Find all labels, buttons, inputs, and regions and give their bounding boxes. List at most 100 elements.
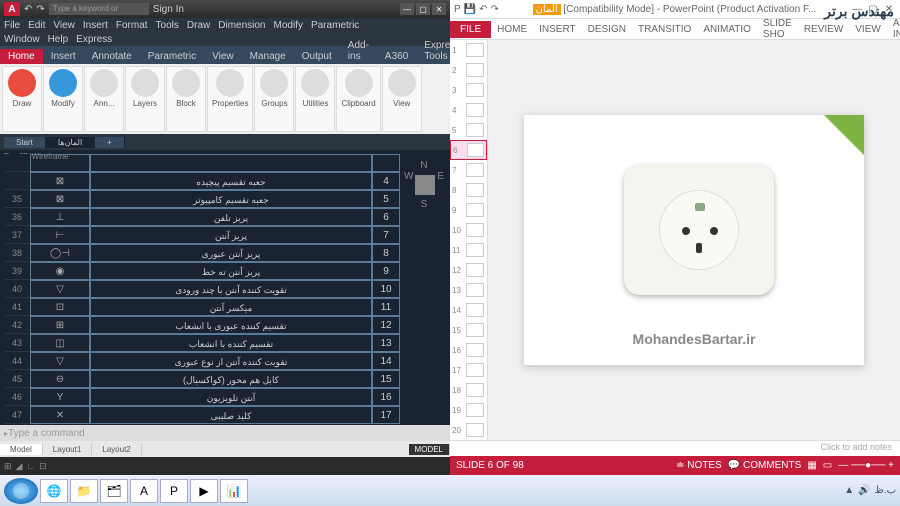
ppt-tab[interactable]: REVIEW	[798, 21, 849, 38]
taskbar-app[interactable]: 📁	[70, 479, 98, 503]
slide-thumbnail[interactable]: 11	[450, 240, 487, 260]
layout-tab[interactable]: Layout2	[92, 444, 141, 455]
ribbon-tab[interactable]: Home	[0, 49, 43, 64]
ribbon-tab[interactable]: A360	[377, 49, 416, 64]
doc-tab[interactable]: المان‌ها	[46, 137, 95, 148]
menu-item[interactable]: Dimension	[218, 20, 265, 31]
menu-item[interactable]: Express	[76, 34, 112, 45]
zoom-slider[interactable]: — ──●── +	[838, 460, 894, 471]
slide-thumbnail[interactable]: 3	[450, 80, 487, 100]
ribbon-tab[interactable]: Output	[294, 49, 340, 64]
slide-thumbnail[interactable]: 17	[450, 360, 487, 380]
slide-thumbnail[interactable]: 4	[450, 100, 487, 120]
autocad-canvas[interactable]: Top 2D Wireframe 35363738394041424344454…	[0, 150, 450, 425]
start-button[interactable]	[4, 478, 38, 504]
menu-item[interactable]: Edit	[28, 20, 45, 31]
menu-item[interactable]: Help	[48, 34, 69, 45]
signin-link[interactable]: Sign In	[153, 4, 184, 15]
menu-item[interactable]: Modify	[274, 20, 303, 31]
slide-thumbnail[interactable]: 6	[450, 140, 487, 160]
slide-thumbnail[interactable]: 2	[450, 60, 487, 80]
ppt-tab[interactable]: HOME	[491, 21, 533, 38]
ribbon-panel[interactable]: Draw	[2, 66, 42, 132]
menu-item[interactable]: File	[4, 20, 20, 31]
slide-thumbnail[interactable]: 8	[450, 180, 487, 200]
ribbon-tab[interactable]: Parametric	[140, 49, 204, 64]
taskbar-app[interactable]: 🌐	[40, 479, 68, 503]
ribbon-tab[interactable]: Add-ins	[340, 38, 377, 64]
command-line[interactable]: ▸ Type a command	[0, 425, 450, 441]
ppt-tab[interactable]: VIEW	[849, 21, 887, 38]
status-icon[interactable]: ∟	[26, 461, 35, 471]
menu-item[interactable]: Parametric	[311, 20, 359, 31]
doc-tab[interactable]: Start	[4, 137, 46, 148]
redo-icon[interactable]: ↷	[36, 4, 44, 15]
slide-thumbnail[interactable]: 9	[450, 200, 487, 220]
comments-button[interactable]: 💬 COMMENTS	[728, 460, 802, 471]
ribbon-panel[interactable]: Clipboard	[336, 66, 380, 132]
minimize-button[interactable]: —	[400, 3, 414, 15]
ppt-tab[interactable]: INSERT	[533, 21, 582, 38]
autocad-search-input[interactable]: Type a keyword or phrase	[49, 3, 149, 15]
redo-icon[interactable]: ↷	[491, 4, 499, 15]
slide-thumbnail[interactable]: 1	[450, 40, 487, 60]
ribbon-panel[interactable]: Groups	[254, 66, 294, 132]
slide-thumbnail[interactable]: 15	[450, 320, 487, 340]
slide-thumbnail[interactable]: 16	[450, 340, 487, 360]
new-tab-button[interactable]: +	[95, 137, 125, 148]
tray-icon[interactable]: 🔊	[858, 485, 870, 496]
menu-item[interactable]: Draw	[187, 20, 210, 31]
view-cube[interactable]: N WE S	[404, 160, 444, 220]
taskbar-app[interactable]: A	[130, 479, 158, 503]
ribbon-panel[interactable]: Modify	[43, 66, 83, 132]
taskbar-app[interactable]: 📊	[220, 479, 248, 503]
slide[interactable]: MohandesBartar.ir	[524, 115, 864, 365]
ppt-tab[interactable]: DESIGN	[582, 21, 632, 38]
slide-thumbnail[interactable]: 20	[450, 420, 487, 440]
ribbon-tab[interactable]: Annotate	[84, 49, 140, 64]
taskbar-app[interactable]: 🗂	[100, 479, 128, 503]
ribbon-panel[interactable]: Layers	[125, 66, 165, 132]
menu-item[interactable]: View	[53, 20, 75, 31]
status-icon[interactable]: ⊡	[39, 461, 47, 472]
slide-thumbnail[interactable]: 19	[450, 400, 487, 420]
slide-thumbnail[interactable]: 10	[450, 220, 487, 240]
notes-pane[interactable]: Click to add notes	[450, 440, 900, 456]
close-button[interactable]: ✕	[432, 3, 446, 15]
slide-thumbnail[interactable]: 7	[450, 160, 487, 180]
view-normal-icon[interactable]: ▦	[807, 460, 816, 471]
ppt-tab[interactable]: TRANSITIO	[632, 21, 697, 38]
notes-button[interactable]: ≐ NOTES	[676, 460, 722, 471]
ribbon-panel[interactable]: Utilities	[295, 66, 335, 132]
maximize-button[interactable]: ▢	[416, 3, 430, 15]
ribbon-tab[interactable]: View	[204, 49, 242, 64]
slide-thumbnail[interactable]: 12	[450, 260, 487, 280]
status-icon[interactable]: ◢	[16, 461, 23, 472]
ppt-tab[interactable]: ANIMATIO	[697, 21, 757, 38]
layout-tab[interactable]: Layout1	[43, 444, 92, 455]
menu-item[interactable]: Insert	[83, 20, 108, 31]
layout-tab[interactable]: Model	[0, 444, 43, 455]
undo-icon[interactable]: ↶	[24, 4, 32, 15]
ribbon-tab[interactable]: Manage	[242, 49, 294, 64]
menu-item[interactable]: Window	[4, 34, 40, 45]
clock[interactable]: ب.ظ	[875, 485, 896, 496]
tray-icon[interactable]: ▲	[844, 485, 854, 496]
menu-item[interactable]: Tools	[156, 20, 179, 31]
ribbon-panel[interactable]: Ann...	[84, 66, 124, 132]
save-icon[interactable]: 💾	[464, 4, 476, 15]
slide-thumbnail[interactable]: 18	[450, 380, 487, 400]
view-slideshow-icon[interactable]: ▭	[823, 460, 832, 471]
slide-thumbnail[interactable]: 5	[450, 120, 487, 140]
menu-item[interactable]: Format	[116, 20, 148, 31]
taskbar-app[interactable]: P	[160, 479, 188, 503]
slide-thumbnail[interactable]: 14	[450, 300, 487, 320]
ribbon-panel[interactable]: Properties	[207, 66, 253, 132]
ribbon-tab[interactable]: Insert	[43, 49, 84, 64]
slide-thumbnail[interactable]: 13	[450, 280, 487, 300]
status-icon[interactable]: ⊞	[4, 461, 12, 472]
undo-icon[interactable]: ↶	[479, 4, 487, 15]
taskbar-app[interactable]: ▶	[190, 479, 218, 503]
system-tray[interactable]: ▲ 🔊 ب.ظ	[844, 485, 896, 496]
ppt-tab[interactable]: FILE	[450, 21, 491, 38]
